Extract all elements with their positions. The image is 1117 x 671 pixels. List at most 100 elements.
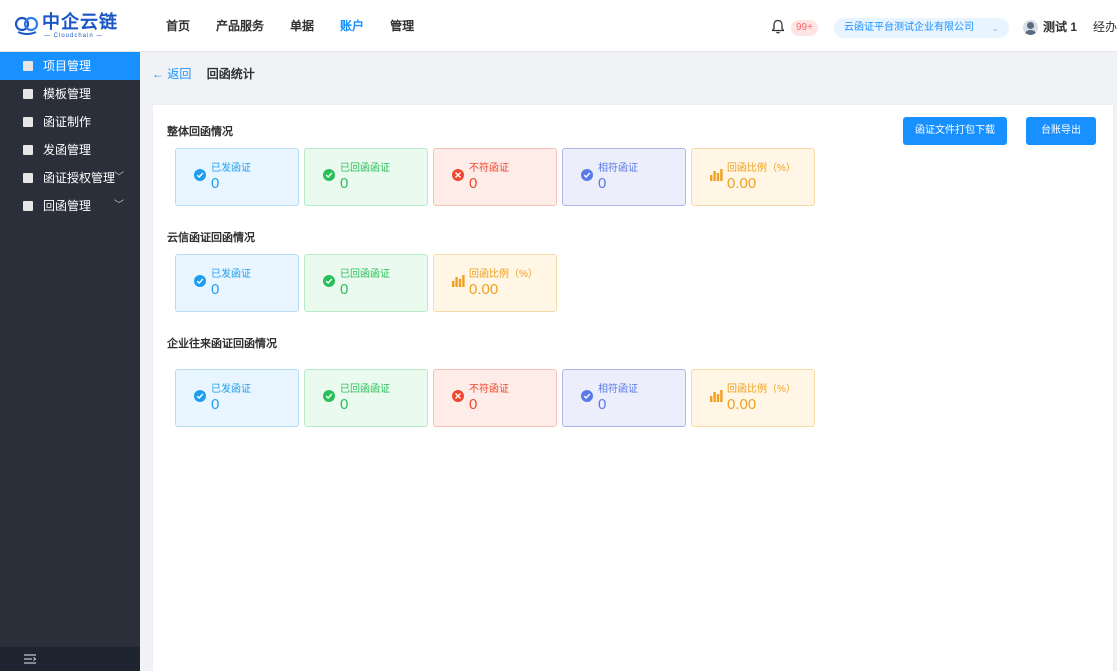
check-circle-icon	[323, 275, 335, 287]
stat-label: 回函比例（%）	[469, 269, 538, 280]
stat-card-sent: 已发函证 0	[175, 254, 299, 312]
stat-label: 已发函证	[211, 384, 251, 395]
menu-square-icon	[23, 117, 33, 127]
stat-label: 回函比例（%）	[727, 163, 796, 174]
menu-square-icon	[23, 201, 33, 211]
stat-card-sent: 已发函证 0	[175, 369, 299, 427]
card-row-overall: 已发函证 0 已回函函证 0 不符函证 0 相符函证 0 回函比例（%） 0.0…	[175, 148, 820, 206]
role-label: 经办	[1093, 20, 1117, 34]
stat-value: 0	[598, 396, 607, 413]
check-circle-icon	[194, 390, 206, 402]
stat-card-reply-ratio: 回函比例（%） 0.00	[691, 148, 815, 206]
menu-square-icon	[23, 61, 33, 71]
bar-chart-icon	[710, 390, 723, 402]
username[interactable]: 测试 1	[1043, 19, 1077, 35]
sidebar-item-label: 函证制作	[43, 115, 92, 129]
stat-value: 0	[340, 175, 349, 192]
stat-card-replied: 已回函函证 0	[304, 369, 428, 427]
stat-card-match: 相符函证 0	[562, 369, 686, 427]
sidebar-item-label: 回函管理	[43, 199, 92, 213]
stat-card-replied: 已回函函证 0	[304, 254, 428, 312]
statistics-panel: 函证文件打包下载 台账导出 整体回函情况 已发函证 0 已回函函证 0 不符函证…	[152, 104, 1114, 671]
stat-value: 0	[598, 175, 607, 192]
logo-subtitle: — Cloudchain —	[44, 33, 104, 39]
stat-value: 0.00	[727, 396, 757, 413]
close-circle-icon	[452, 169, 464, 181]
stat-label: 已回函函证	[340, 163, 390, 174]
stat-label: 相符函证	[598, 384, 638, 395]
top-bar: 中企云链 — Cloudchain — 首页 产品服务 单据 账户 管理 99+…	[0, 0, 1117, 52]
bar-chart-icon	[452, 275, 465, 287]
close-circle-icon	[452, 390, 464, 402]
stat-label: 不符函证	[469, 163, 509, 174]
menu-square-icon	[23, 145, 33, 155]
card-row-cloud-credit: 已发函证 0 已回函函证 0 回函比例（%） 0.00	[175, 254, 562, 312]
sidebar-item-label: 模板管理	[43, 87, 92, 101]
stat-value: 0	[469, 175, 478, 192]
stat-card-reply-ratio: 回函比例（%） 0.00	[433, 254, 557, 312]
sidebar-item-label: 项目管理	[43, 59, 92, 73]
nav-account[interactable]: 账户	[340, 0, 364, 52]
download-package-button[interactable]: 函证文件打包下载	[903, 117, 1007, 145]
sidebar-item-authorization-management[interactable]: 函证授权管理 ﹀	[0, 164, 140, 192]
stat-card-mismatch: 不符函证 0	[433, 148, 557, 206]
check-circle-icon	[581, 390, 593, 402]
stat-label: 已回函函证	[340, 269, 390, 280]
logo[interactable]: 中企云链 — Cloudchain —	[14, 12, 140, 40]
nav-home[interactable]: 首页	[166, 0, 190, 52]
bar-chart-icon	[710, 169, 723, 181]
stat-label: 已发函证	[211, 269, 251, 280]
nav-documents[interactable]: 单据	[290, 0, 314, 52]
stat-card-replied: 已回函函证 0	[304, 148, 428, 206]
sidebar-item-label: 发函管理	[43, 143, 92, 157]
bell-icon[interactable]	[770, 19, 786, 35]
sidebar-item-project-management[interactable]: 项目管理	[0, 52, 140, 80]
section-title-enterprise: 企业往来函证回函情况	[167, 338, 277, 350]
stat-card-sent: 已发函证 0	[175, 148, 299, 206]
stat-label: 相符函证	[598, 163, 638, 174]
check-circle-icon	[581, 169, 593, 181]
check-circle-icon	[323, 169, 335, 181]
sidebar: 项目管理 模板管理 函证制作 发函管理 函证授权管理 ﹀ 回函管理 ﹀	[0, 52, 140, 671]
export-ledger-button[interactable]: 台账导出	[1026, 117, 1096, 145]
check-circle-icon	[194, 275, 206, 287]
stat-value: 0.00	[469, 281, 499, 298]
stat-label: 已发函证	[211, 163, 251, 174]
stat-label: 回函比例（%）	[727, 384, 796, 395]
nav-management[interactable]: 管理	[390, 0, 414, 52]
stat-value: 0	[340, 281, 349, 298]
notification-badge[interactable]: 99+	[791, 20, 818, 36]
stat-label: 已回函函证	[340, 384, 390, 395]
stat-value: 0	[340, 396, 349, 413]
chevron-down-icon: ﹀	[114, 172, 124, 183]
stat-label: 不符函证	[469, 384, 509, 395]
card-row-enterprise: 已发函证 0 已回函函证 0 不符函证 0 相符函证 0 回函比例（%） 0.0…	[175, 369, 820, 427]
sidebar-item-sending-management[interactable]: 发函管理	[0, 136, 140, 164]
top-nav: 首页 产品服务 单据 账户 管理	[166, 0, 440, 52]
check-circle-icon	[194, 169, 206, 181]
cloudchain-logo-icon	[14, 16, 39, 35]
chevron-down-icon: ﹀	[114, 200, 124, 211]
collapse-menu-icon[interactable]	[23, 652, 37, 666]
menu-square-icon	[23, 173, 33, 183]
sidebar-item-confirmation-creation[interactable]: 函证制作	[0, 108, 140, 136]
stat-value: 0	[211, 175, 220, 192]
check-circle-icon	[323, 390, 335, 402]
stat-card-mismatch: 不符函证 0	[433, 369, 557, 427]
stat-card-match: 相符函证 0	[562, 148, 686, 206]
stat-value: 0	[211, 396, 220, 413]
stat-value: 0	[469, 396, 478, 413]
sidebar-item-template-management[interactable]: 模板管理	[0, 80, 140, 108]
stat-value: 0	[211, 281, 220, 298]
sidebar-item-reply-management[interactable]: 回函管理 ﹀	[0, 192, 140, 220]
avatar[interactable]	[1023, 20, 1038, 35]
chevron-down-icon: ⌄	[991, 23, 999, 33]
sidebar-footer	[0, 647, 140, 671]
page-title: 回函统计	[206, 67, 255, 81]
company-select[interactable]: 云函证平台测试企业有限公司 ⌄	[834, 18, 1009, 38]
stat-card-reply-ratio: 回函比例（%） 0.00	[691, 369, 815, 427]
back-link[interactable]: ← 返回	[152, 67, 191, 81]
nav-products[interactable]: 产品服务	[216, 0, 264, 52]
section-title-cloud-credit: 云信函证回函情况	[167, 232, 255, 244]
sidebar-item-label: 函证授权管理	[43, 171, 116, 185]
